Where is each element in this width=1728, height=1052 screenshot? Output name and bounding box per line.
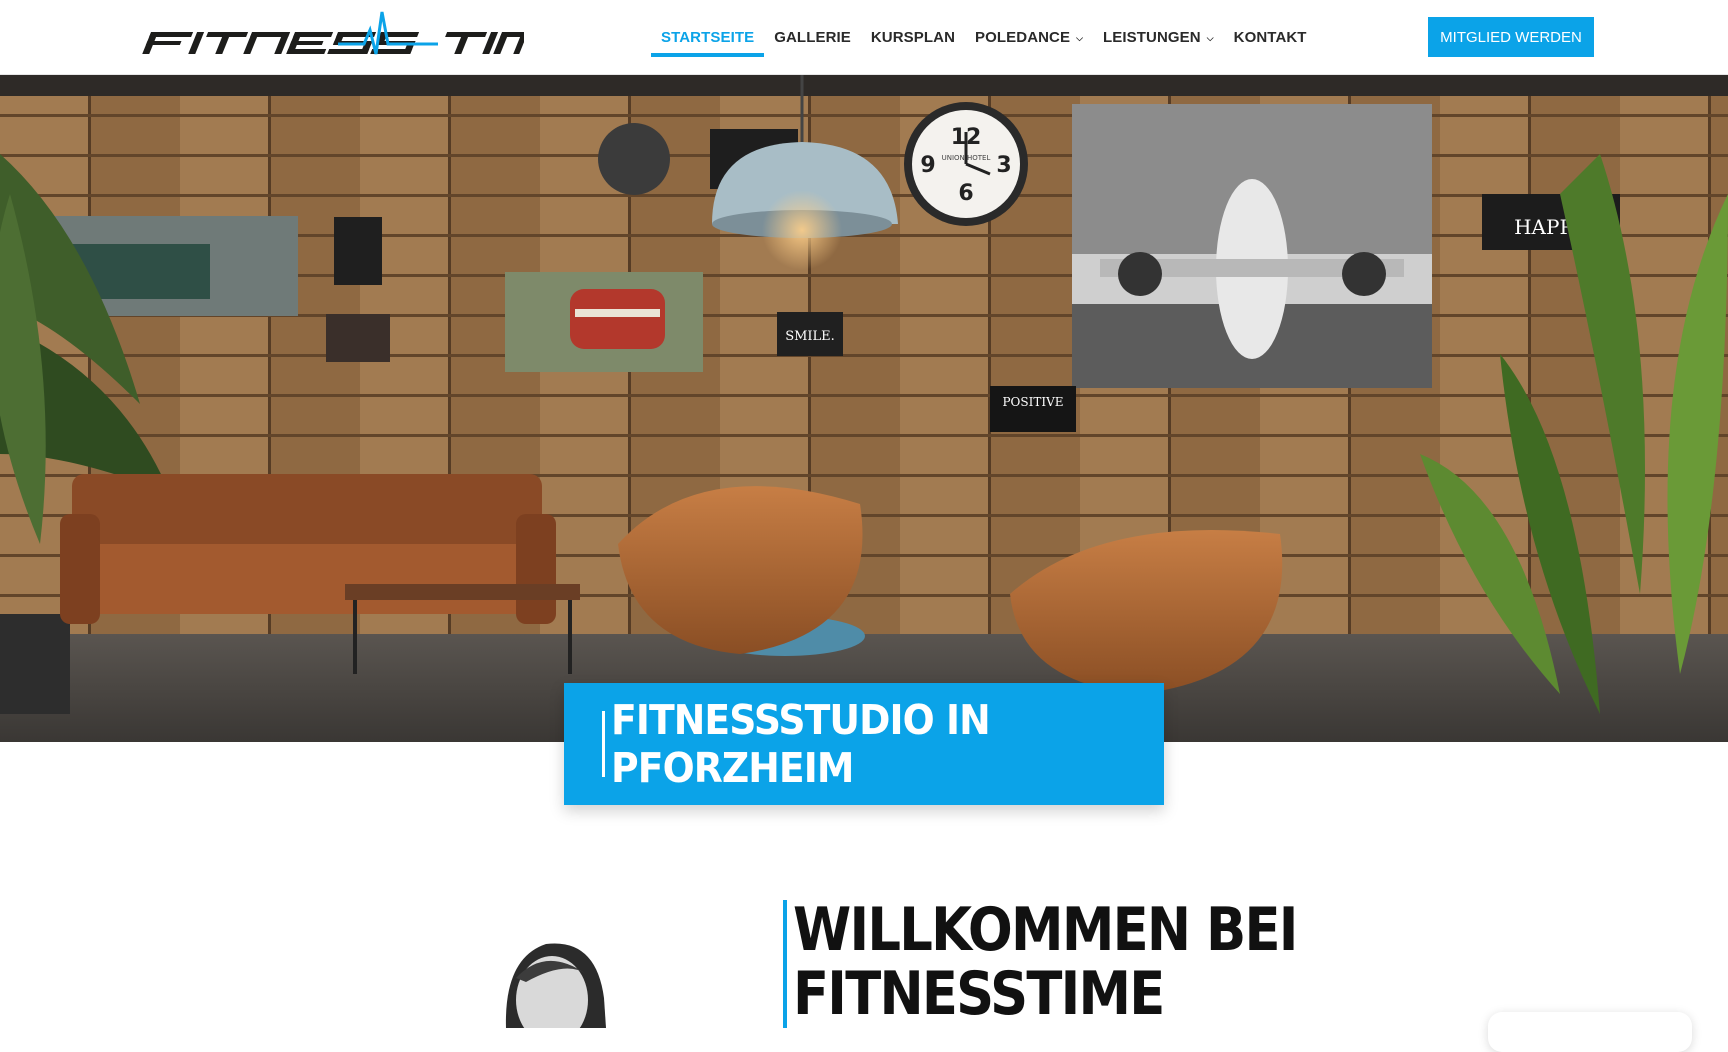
title-accent-bar [602, 711, 606, 777]
nav-startseite[interactable]: STARTSEITE [650, 0, 765, 74]
nav-gallerie[interactable]: GALLERIE [774, 0, 851, 74]
positive-sign: POSITIVE [1002, 395, 1063, 409]
nav-label: KURSPLAN [870, 28, 956, 46]
main-nav: STARTSEITE GALLERIE KURSPLAN POLEDANCE ⌵ … [650, 0, 1327, 74]
nav-kursplan[interactable]: KURSPLAN [871, 0, 955, 74]
svg-text:6: 6 [958, 181, 973, 206]
welcome-heading: WILLKOMMEN BEI FITNESSTIME [793, 895, 1298, 1029]
svg-text:9: 9 [920, 153, 935, 178]
nav-label: GALLERIE [774, 28, 851, 46]
nav-label: POLEDANCE [975, 28, 1071, 46]
nav-label: STARTSEITE [661, 28, 755, 46]
chat-widget[interactable] [1488, 1012, 1692, 1052]
mitglied-werden-button[interactable]: MITGLIED WERDEN [1428, 17, 1594, 57]
hero-title: FITNESSSTUDIO IN PFORZHEIM [611, 696, 991, 792]
svg-text:3: 3 [996, 153, 1011, 178]
welcome-heading-line1: WILLKOMMEN BEI [793, 895, 1298, 965]
nav-label: LEISTUNGEN [1103, 28, 1201, 46]
nav-leistungen[interactable]: LEISTUNGEN ⌵ [1103, 0, 1214, 74]
fitness-time-logo[interactable] [138, 10, 524, 56]
welcome-heading-line2: FITNESSTIME [793, 959, 1165, 1029]
chevron-down-icon: ⌵ [1206, 32, 1214, 43]
logo-heartbeat-icon [142, 11, 524, 55]
nav-label: KONTAKT [1233, 28, 1307, 46]
portrait-image [505, 943, 606, 1028]
nav-kontakt[interactable]: KONTAKT [1234, 0, 1307, 74]
welcome-accent-bar [783, 900, 787, 1028]
hero-title-card: FITNESSSTUDIO IN PFORZHEIM [564, 683, 1164, 805]
nav-poledance[interactable]: POLEDANCE ⌵ [975, 0, 1083, 74]
hero-image: SMILE. 12 6 3 9 UNION HOTEL POSITIVE HAP… [0, 74, 1728, 742]
chevron-down-icon: ⌵ [1076, 32, 1084, 43]
smile-sign: SMILE. [785, 329, 835, 344]
site-header: STARTSEITE GALLERIE KURSPLAN POLEDANCE ⌵ … [0, 0, 1728, 75]
